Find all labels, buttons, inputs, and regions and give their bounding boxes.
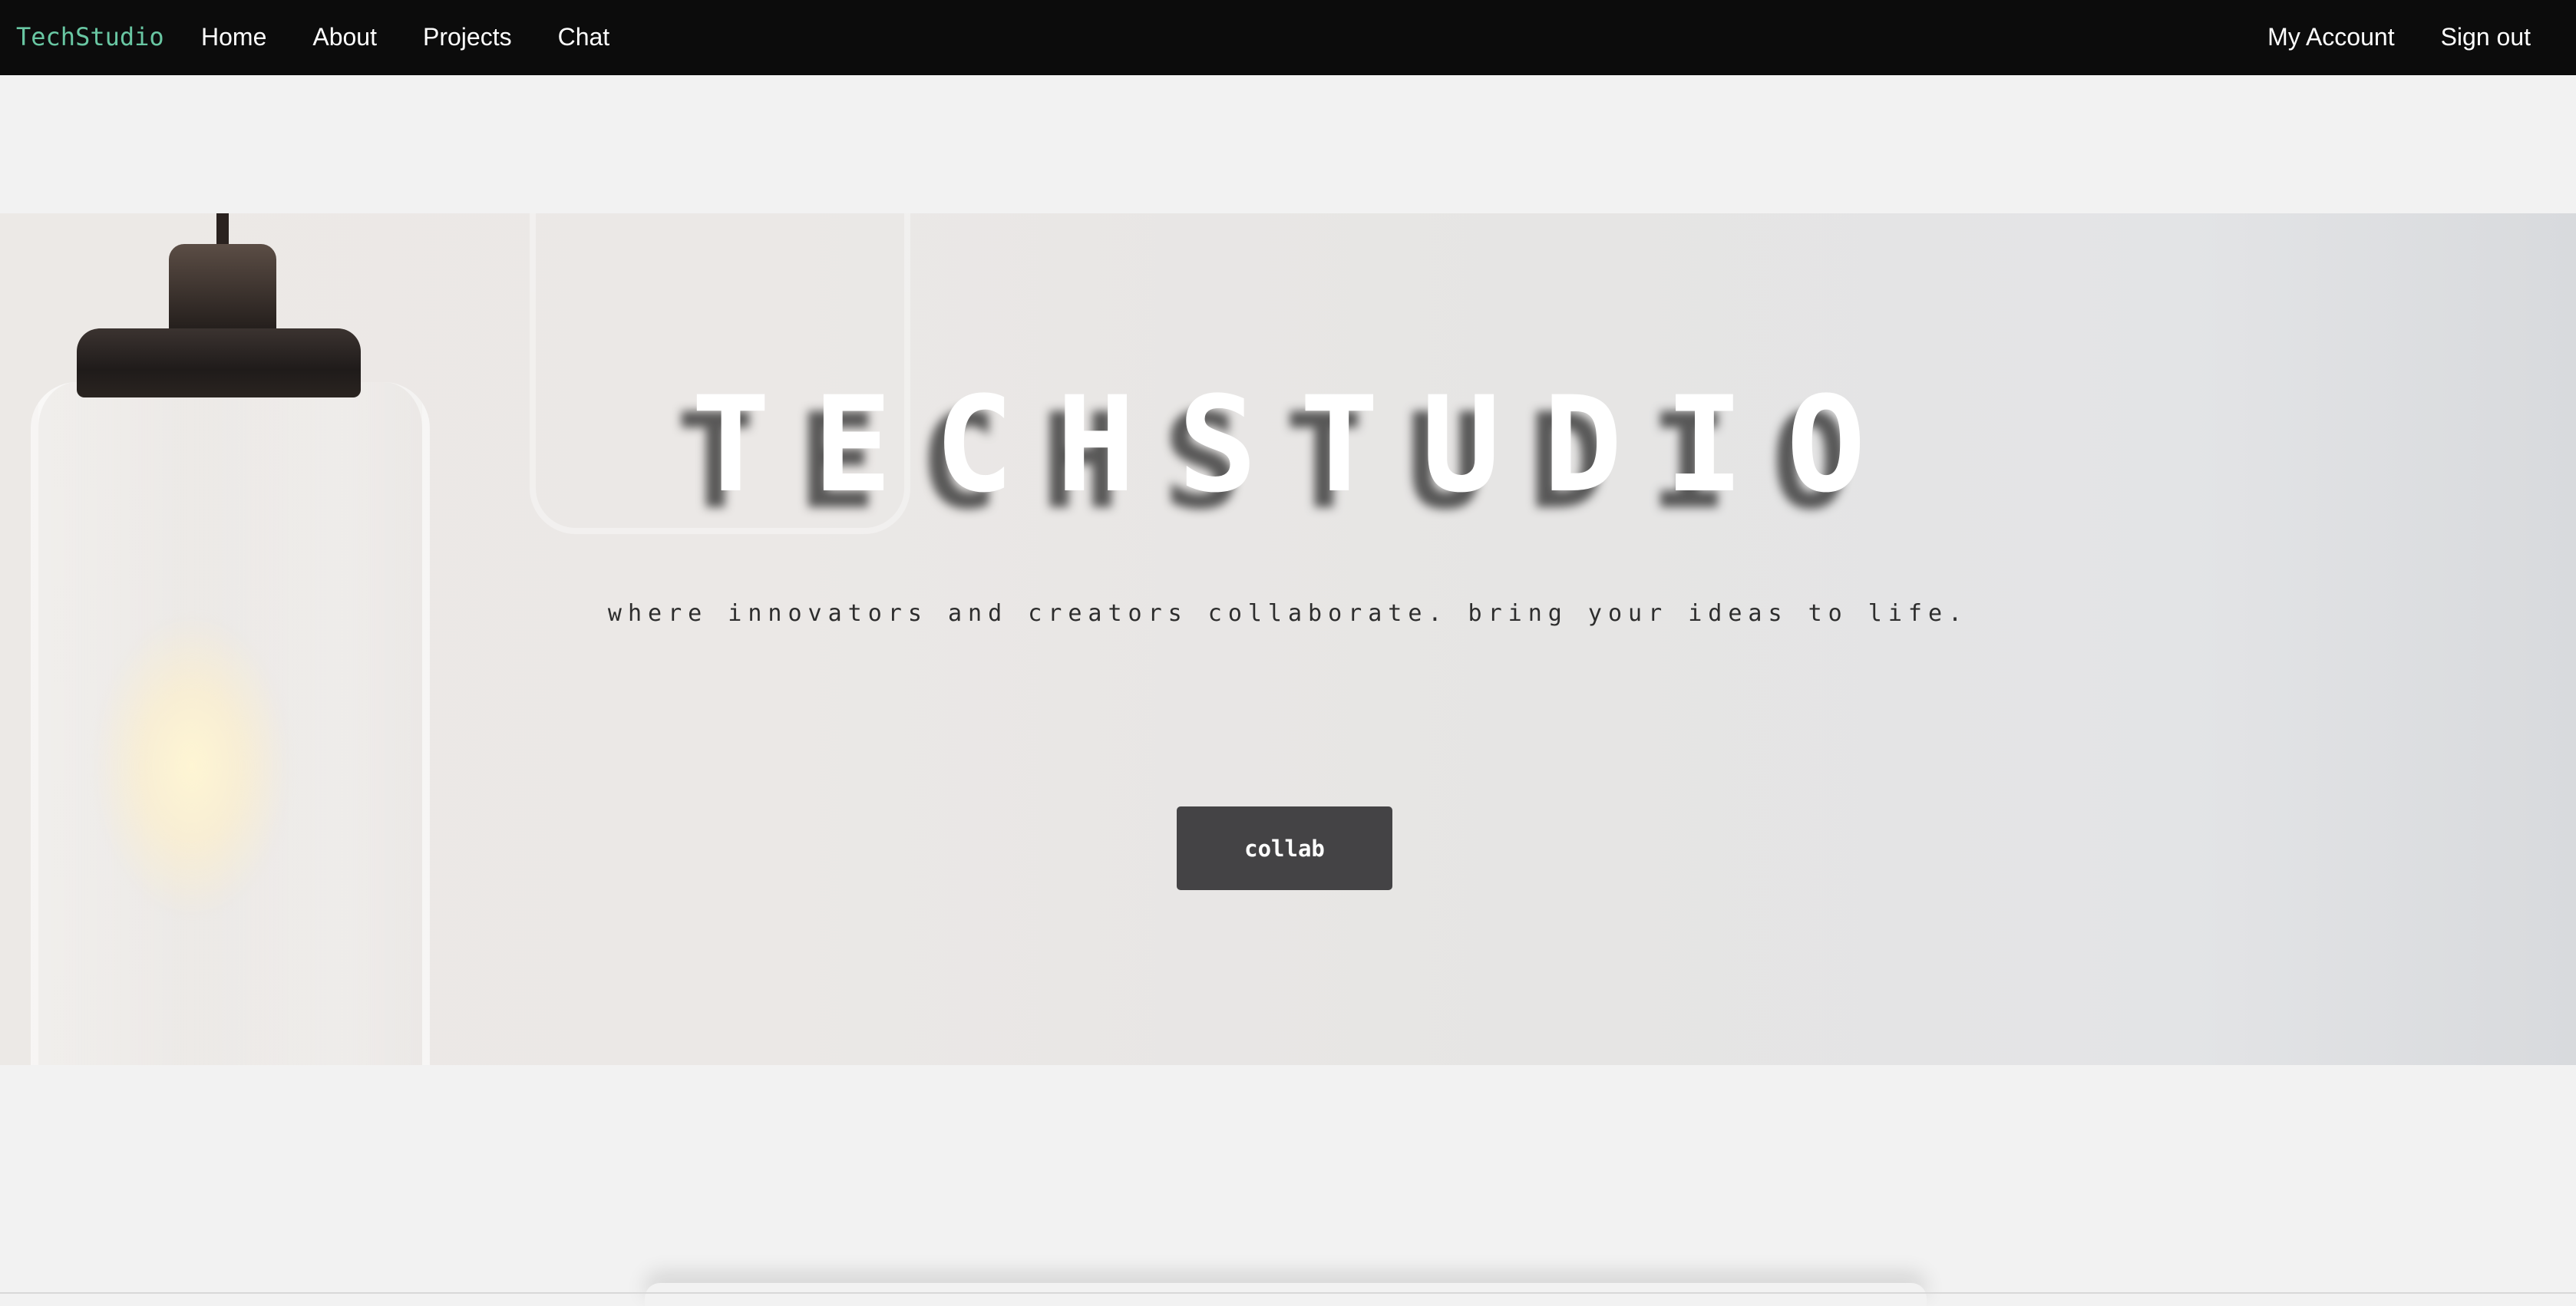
account-nav: My Account Sign out bbox=[2221, 20, 2531, 54]
nav-link-projects[interactable]: Projects bbox=[423, 20, 512, 54]
nav-link-about[interactable]: About bbox=[312, 20, 377, 54]
nav-link-home[interactable]: Home bbox=[201, 20, 266, 54]
nav-link-chat[interactable]: Chat bbox=[558, 20, 610, 54]
collab-button[interactable]: collab bbox=[1177, 806, 1392, 890]
primary-nav: Home About Projects Chat bbox=[201, 20, 656, 54]
hero-title: TECHSTUDIO bbox=[691, 368, 1908, 522]
lamp-socket-shape bbox=[169, 244, 276, 336]
hero-banner: TECHSTUDIO where innovators and creators… bbox=[0, 213, 2576, 1065]
nav-link-sign-out[interactable]: Sign out bbox=[2441, 20, 2531, 54]
nav-link-my-account[interactable]: My Account bbox=[2267, 20, 2394, 54]
lamp-bulb-glow bbox=[92, 612, 292, 919]
hero-subtitle: where innovators and creators collaborat… bbox=[607, 600, 1969, 627]
brand-logo-link[interactable]: TechStudio bbox=[16, 20, 164, 54]
content-card-top-edge bbox=[645, 1283, 1927, 1306]
top-navbar: TechStudio Home About Projects Chat My A… bbox=[0, 0, 2576, 75]
